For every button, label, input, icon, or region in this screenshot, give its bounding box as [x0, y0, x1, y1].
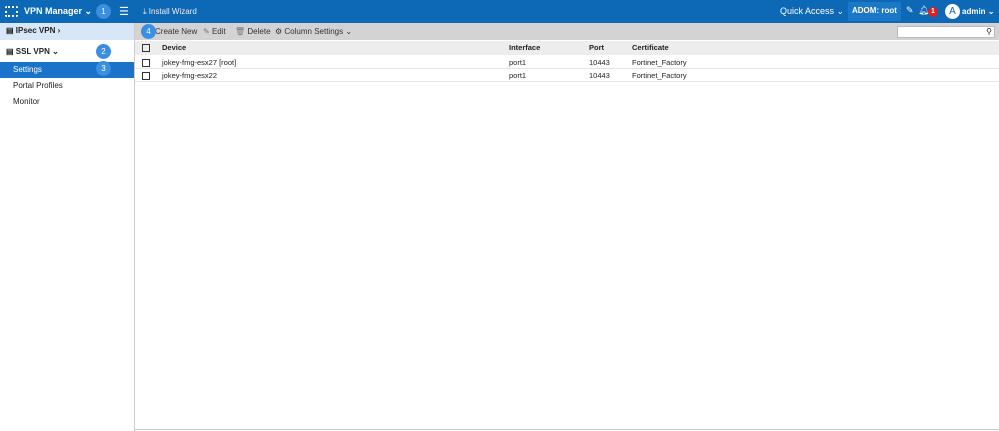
column-settings-button[interactable]: ⚙ Column Settings ⌄	[275, 27, 352, 36]
row-checkbox[interactable]	[142, 72, 150, 80]
sidebar-item-label: IPsec VPN	[15, 26, 56, 35]
column-header-port[interactable]: Port	[589, 43, 604, 52]
user-menu[interactable]: admin ⌄	[962, 7, 995, 16]
app-grid-icon[interactable]	[5, 6, 18, 17]
sidebar-item-ipsec-vpn[interactable]: ▤ IPsec VPN ›	[0, 23, 134, 40]
column-header-certificate[interactable]: Certificate	[632, 43, 669, 52]
interface-cell: port1	[509, 58, 527, 67]
table-header: Device Interface Port Certificate	[135, 41, 999, 55]
delete-label: Delete	[247, 27, 271, 36]
edit-label: Edit	[211, 27, 226, 36]
sidebar-item-monitor[interactable]: Monitor	[0, 94, 134, 110]
user-name: admin	[962, 7, 986, 16]
table-row[interactable]: jokey-fmg-esx22 port1 10443 Fortinet_Fac…	[135, 69, 999, 82]
list-icon: ▤	[6, 47, 16, 56]
main-content: Create New ✎ Edit 🗑︎ Delete ⚙ Column Set…	[135, 23, 999, 431]
search-input[interactable]: ⚲	[897, 26, 995, 38]
port-cell: 10443	[589, 58, 610, 67]
table-row[interactable]: jokey-fmg-esx27 [root] port1 10443 Forti…	[135, 56, 999, 69]
column-header-interface[interactable]: Interface	[509, 43, 540, 52]
sidebar-item-label: SSL VPN	[15, 47, 50, 56]
edit-button[interactable]: ✎ Edit	[203, 27, 226, 36]
quick-access-menu[interactable]: Quick Access ⌄	[780, 6, 844, 17]
avatar[interactable]: A	[945, 4, 960, 19]
device-cell: jokey-fmg-esx22	[162, 71, 218, 80]
bottom-border	[135, 429, 999, 430]
column-header-device[interactable]: Device	[162, 43, 186, 52]
toolbar: Create New ✎ Edit 🗑︎ Delete ⚙ Column Set…	[135, 23, 999, 40]
callout-badge-2: 2	[96, 44, 111, 59]
certificate-cell: Fortinet_Factory	[632, 58, 687, 67]
quick-access-label: Quick Access	[780, 6, 835, 16]
adom-selector[interactable]: ADOM: root	[848, 2, 901, 21]
app-name: VPN Manager	[24, 6, 83, 16]
column-settings-label: Column Settings	[284, 27, 344, 36]
hamburger-menu-icon[interactable]: ☰	[119, 5, 129, 18]
port-cell: 10443	[589, 71, 610, 80]
list-icon: ▤	[6, 26, 16, 35]
certificate-cell: Fortinet_Factory	[632, 71, 687, 80]
select-all-checkbox[interactable]	[142, 44, 150, 52]
install-wizard-button[interactable]: ⤓ Install Wizard	[143, 7, 197, 17]
top-bar: VPN Manager ⌄ ☰ ⤓ Install Wizard Quick A…	[0, 0, 999, 23]
notification-badge: 1	[928, 7, 938, 17]
delete-button[interactable]: 🗑︎ Delete	[235, 27, 271, 36]
device-cell: jokey-fmg-esx27 [root]	[162, 58, 237, 67]
sidebar-item-portal-profiles[interactable]: Portal Profiles	[0, 78, 134, 94]
tools-icon[interactable]: ✎	[906, 5, 914, 16]
interface-cell: port1	[509, 71, 527, 80]
install-wizard-label: Install Wizard	[148, 7, 197, 16]
callout-badge-1: 1	[96, 4, 111, 19]
sidebar-item-settings[interactable]: Settings	[0, 62, 134, 78]
callout-badge-4: 4	[141, 24, 156, 39]
app-menu[interactable]: VPN Manager ⌄	[24, 6, 92, 17]
search-icon: ⚲	[986, 27, 992, 36]
row-checkbox[interactable]	[142, 59, 150, 67]
create-new-button[interactable]: Create New	[155, 27, 197, 36]
callout-badge-3: 3	[96, 61, 111, 76]
sidebar: ▤ IPsec VPN › ▤ SSL VPN ⌄ Settings Porta…	[0, 23, 135, 431]
sidebar-item-ssl-vpn[interactable]: ▤ SSL VPN ⌄	[0, 44, 134, 60]
